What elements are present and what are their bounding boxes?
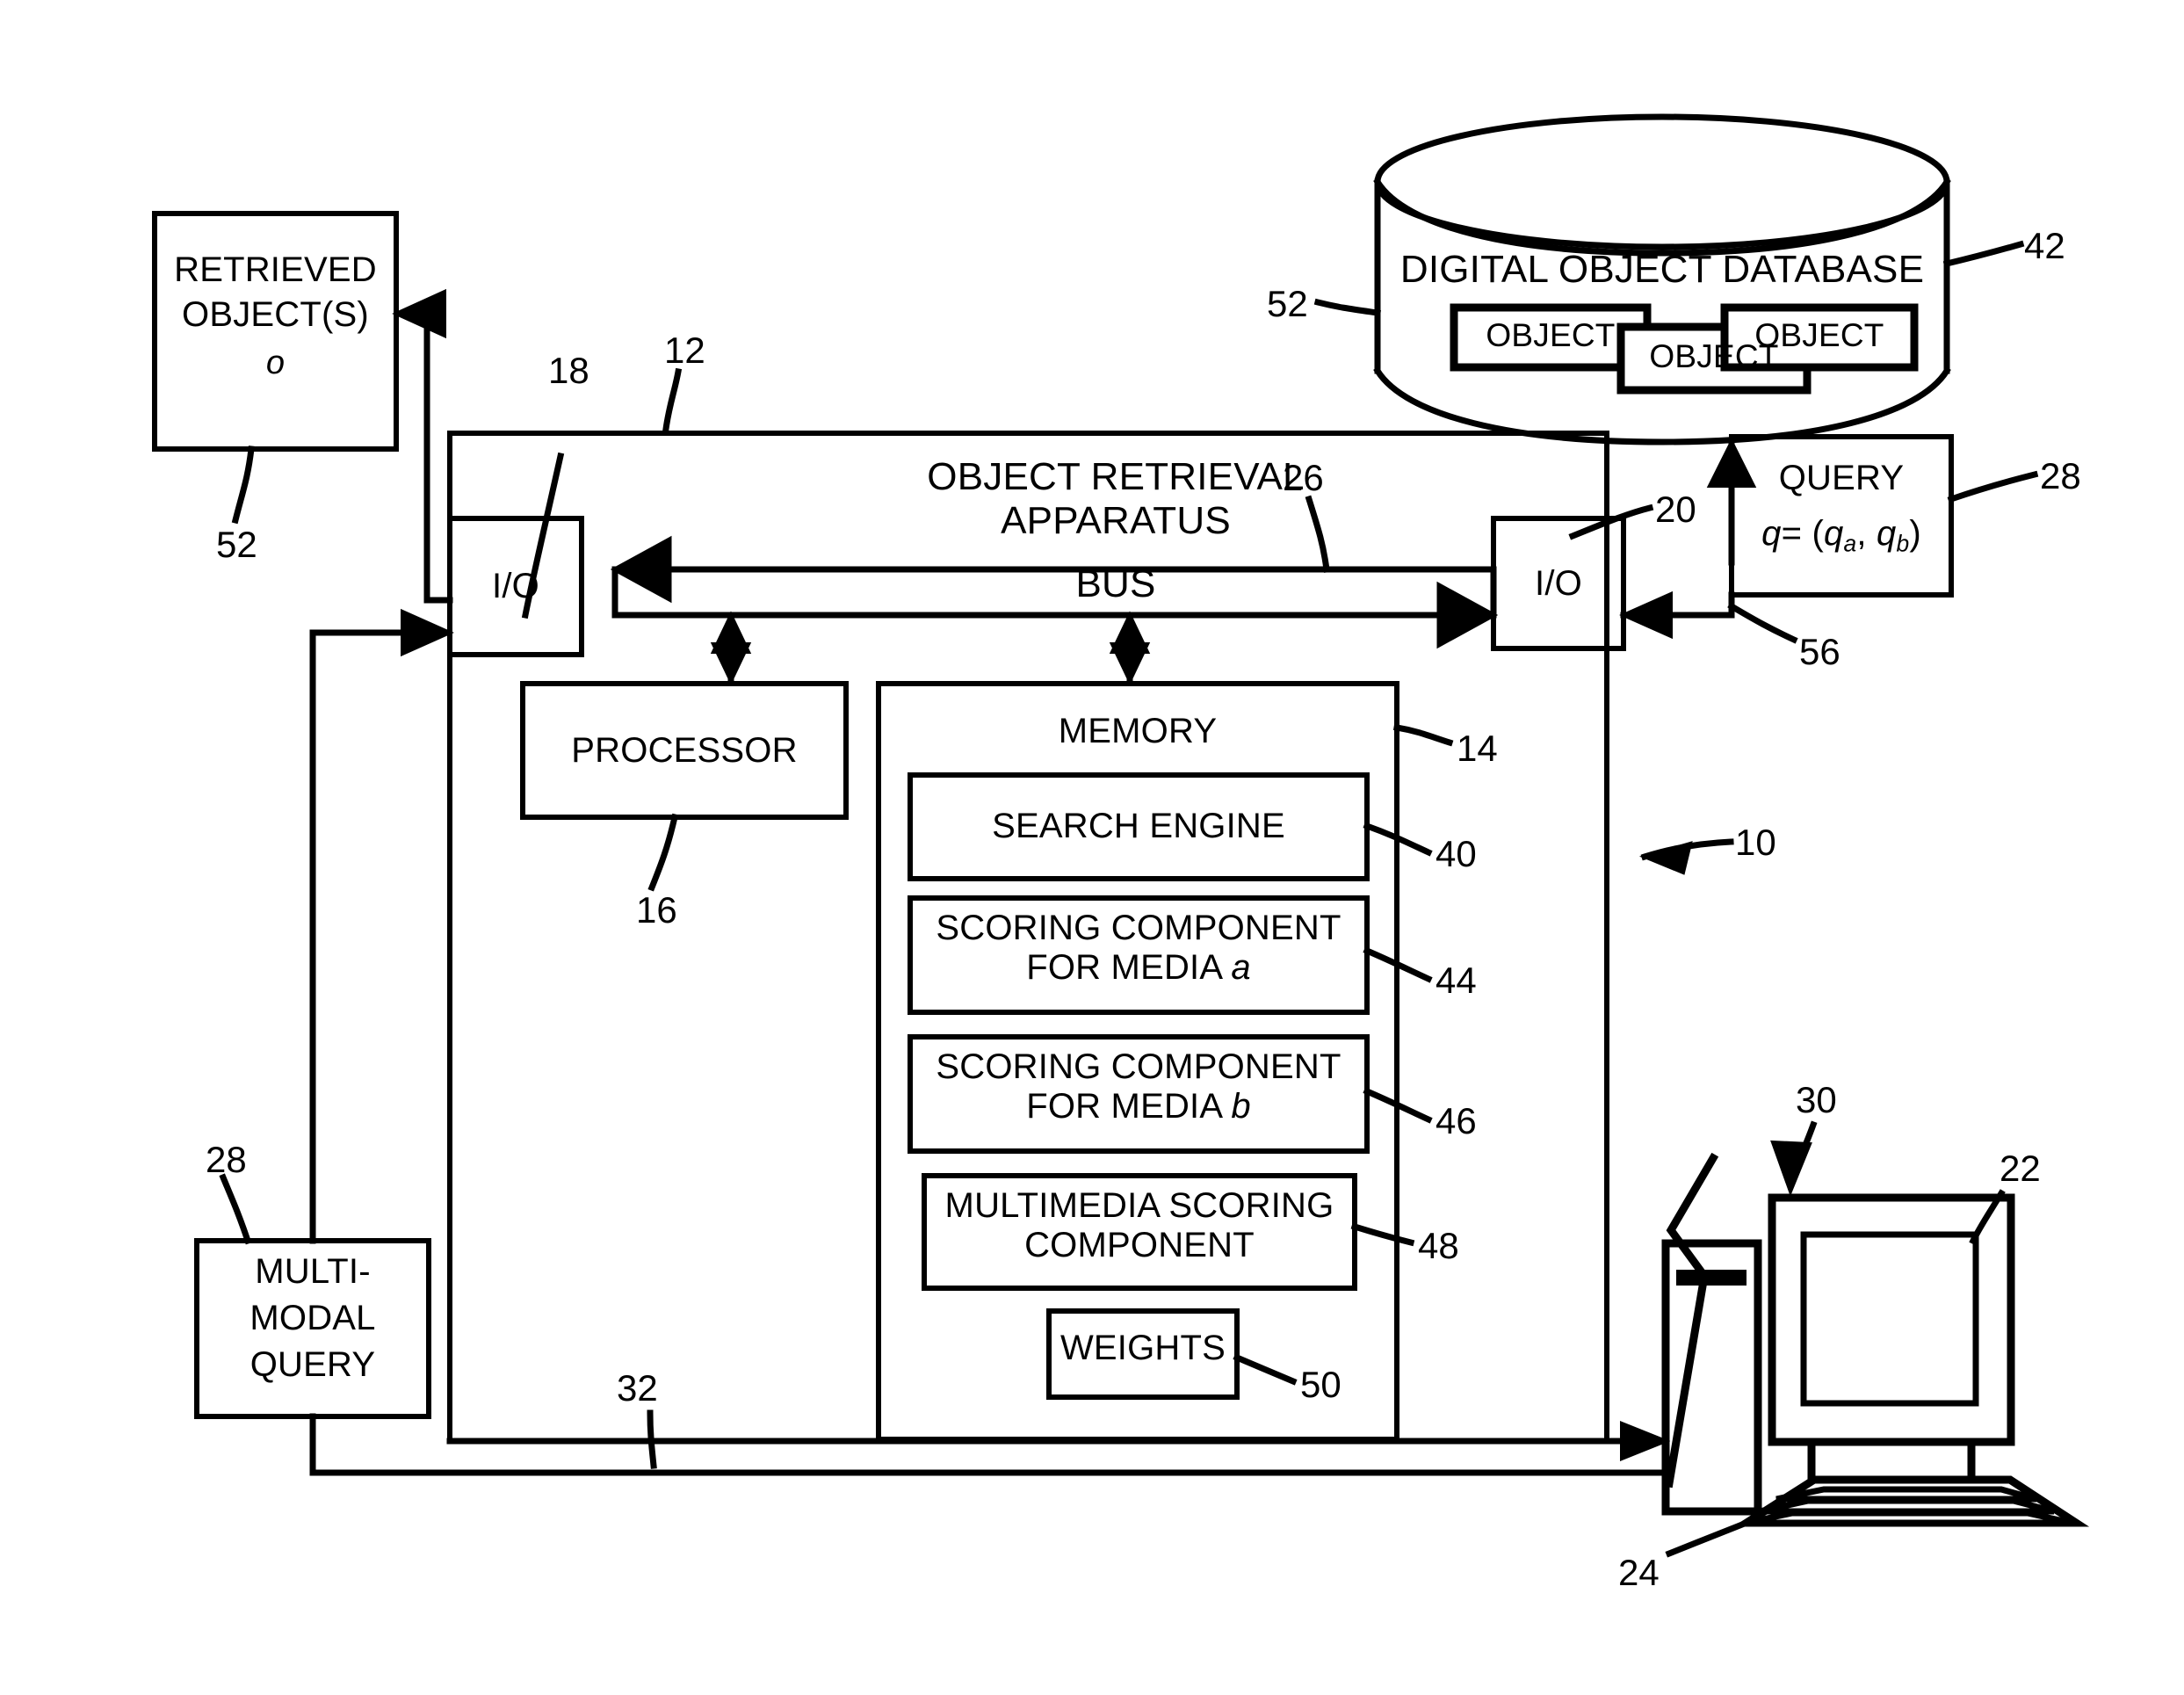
bus-label: BUS bbox=[1075, 562, 1156, 605]
ref-50-weights: 50 bbox=[1300, 1364, 1341, 1405]
ref-28-query: 28 bbox=[2040, 455, 2081, 496]
ref-42-database: 42 bbox=[2024, 225, 2065, 266]
query-label: QUERY bbox=[1778, 459, 1905, 497]
ref-22-display: 22 bbox=[2000, 1148, 2041, 1189]
scoring-a-label: SCORING COMPONENT FOR MEDIA a bbox=[910, 909, 1367, 988]
ref-20-io-right: 20 bbox=[1655, 489, 1696, 530]
scoring-b-media: b bbox=[1231, 1086, 1251, 1126]
ref-16-processor: 16 bbox=[636, 889, 677, 931]
ref-46-scoring-b: 46 bbox=[1436, 1100, 1477, 1141]
io-right-label: I/O bbox=[1535, 564, 1582, 603]
ref-32-network-link: 32 bbox=[617, 1367, 658, 1409]
multimodal-query-line3: QUERY bbox=[249, 1345, 376, 1384]
query-comma: , bbox=[1856, 514, 1877, 553]
ref-26-bus: 26 bbox=[1283, 457, 1324, 498]
retrieved-objects-line1: RETRIEVED bbox=[174, 250, 377, 289]
processor-label: PROCESSOR bbox=[571, 731, 798, 770]
retrieved-objects-symbol: o bbox=[265, 344, 286, 381]
query-sub-a: a bbox=[1843, 530, 1857, 557]
ref-44-scoring-a: 44 bbox=[1436, 960, 1477, 1001]
ref-14-memory: 14 bbox=[1457, 728, 1498, 769]
io-left-label: I/O bbox=[492, 567, 539, 605]
ref-10-system: 10 bbox=[1735, 822, 1776, 863]
search-engine-label: SEARCH ENGINE bbox=[992, 807, 1285, 845]
db-object-1-label: OBJECT bbox=[1486, 317, 1616, 353]
ref-52-db-object: 52 bbox=[1267, 283, 1308, 324]
scoring-a-text: SCORING COMPONENT FOR MEDIA bbox=[936, 909, 1341, 987]
retrieved-objects-line2: OBJECT(S) bbox=[182, 295, 369, 334]
query-eq: = ( bbox=[1781, 514, 1824, 553]
ref-56-query-link: 56 bbox=[1799, 631, 1840, 672]
ref-12-apparatus: 12 bbox=[664, 330, 705, 371]
ref-52-retrieved: 52 bbox=[216, 524, 257, 565]
ref-30-computer: 30 bbox=[1796, 1079, 1837, 1120]
multimodal-query-line2: MODAL bbox=[249, 1299, 376, 1337]
database-label: DIGITAL OBJECT DATABASE bbox=[1399, 248, 1925, 291]
ref-24-keyboard: 24 bbox=[1618, 1552, 1660, 1593]
screen-outline bbox=[1800, 1231, 1979, 1407]
db-object-3-label: OBJECT bbox=[1754, 317, 1884, 353]
apparatus-title-line2: APPARATUS bbox=[1001, 499, 1231, 542]
memory-label: MEMORY bbox=[1058, 712, 1218, 750]
figure-canvas: RETRIEVED OBJECT(S) o 52 OBJECT RETRIEVA… bbox=[0, 0, 2184, 1695]
multimedia-scoring-label: MULTIMEDIA SCORING COMPONENT bbox=[944, 1186, 1334, 1264]
multimodal-query-line1: MULTI- bbox=[255, 1252, 371, 1291]
query-q: q bbox=[1761, 514, 1782, 553]
query-qa: q bbox=[1824, 514, 1844, 553]
ref-48-multimedia-scoring: 48 bbox=[1418, 1225, 1459, 1266]
scoring-a-media: a bbox=[1231, 947, 1251, 987]
ref-28-multimodal: 28 bbox=[206, 1139, 247, 1180]
query-formula: q= (qa, qb) bbox=[1732, 514, 1951, 557]
scoring-b-label: SCORING COMPONENT FOR MEDIA b bbox=[910, 1047, 1367, 1126]
weights-label: WEIGHTS bbox=[1059, 1329, 1226, 1367]
ref-18-io-left: 18 bbox=[548, 350, 589, 391]
query-qb: q bbox=[1876, 514, 1897, 553]
scoring-b-text: SCORING COMPONENT FOR MEDIA bbox=[936, 1047, 1341, 1126]
ref-40-search-engine: 40 bbox=[1436, 833, 1477, 874]
query-sub-b: b bbox=[1896, 530, 1910, 557]
query-close: ) bbox=[1909, 514, 1921, 553]
